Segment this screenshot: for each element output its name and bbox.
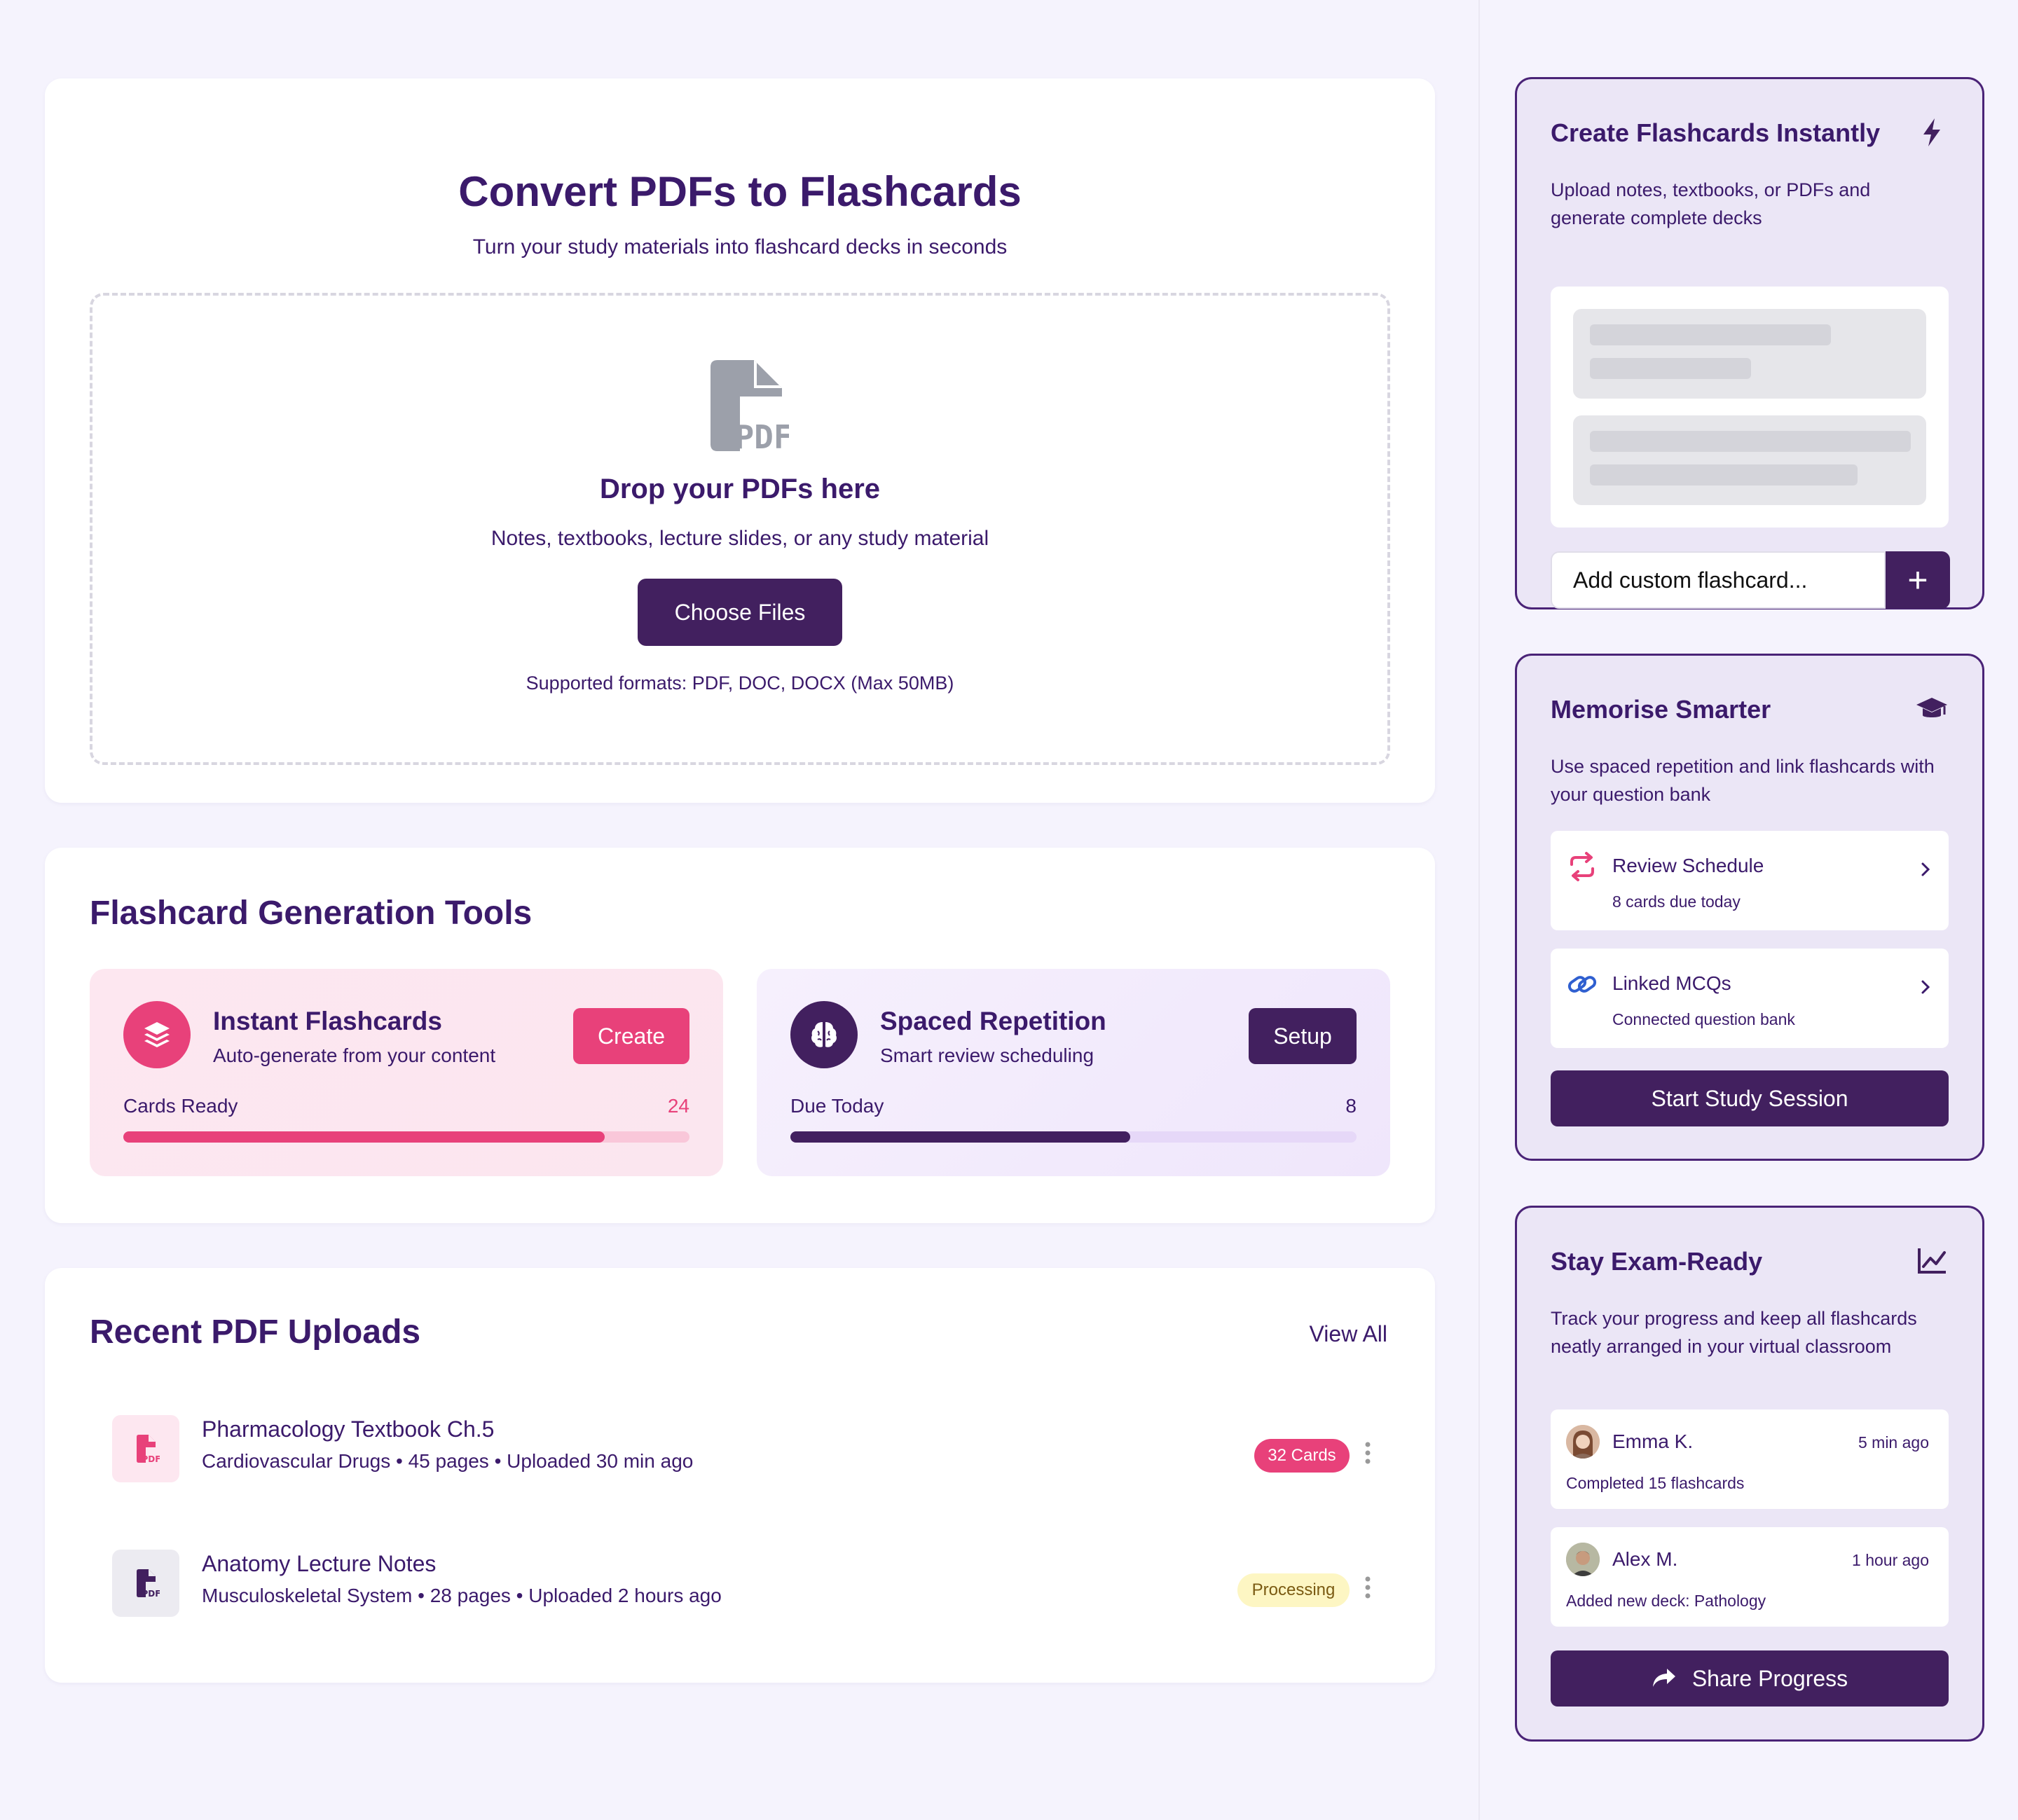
panel-description: Use spaced repetition and link flashcard… bbox=[1551, 756, 1935, 805]
activity-time: 1 hour ago bbox=[1852, 1551, 1929, 1569]
list-item[interactable]: PDF Pharmacology Textbook Ch.5 Cardiovas… bbox=[112, 1415, 1371, 1485]
activity-user: Emma K. bbox=[1612, 1431, 1694, 1452]
setup-button[interactable]: Setup bbox=[1249, 1008, 1357, 1064]
upload-card: Convert PDFs to Flashcards Turn your stu… bbox=[45, 78, 1435, 803]
add-flashcard-button[interactable]: + bbox=[1886, 551, 1950, 609]
activity-description: Completed 15 flashcards bbox=[1566, 1474, 1745, 1492]
link-icon bbox=[1567, 976, 1597, 993]
tool-instant-flashcards: Instant Flashcards Auto-generate from yo… bbox=[90, 969, 723, 1176]
main-content: Convert PDFs to Flashcards Turn your stu… bbox=[45, 78, 1435, 1683]
chart-line-icon bbox=[1918, 1248, 1946, 1274]
bolt-icon bbox=[1923, 118, 1940, 146]
create-flashcards-panel: Create Flashcards Instantly Upload notes… bbox=[1515, 77, 1984, 609]
graduation-cap-icon bbox=[1916, 698, 1947, 717]
pdf-dropzone[interactable]: PDF Drop your PDFs here Notes, textbooks… bbox=[90, 293, 1390, 765]
button-label: Start Study Session bbox=[1651, 1085, 1848, 1111]
pdf-file-icon: PDF bbox=[112, 1415, 179, 1482]
drop-title: Drop your PDFs here bbox=[599, 474, 881, 504]
panel-title: Create Flashcards Instantly bbox=[1551, 118, 1881, 147]
view-all-link[interactable]: View All bbox=[1310, 1321, 1387, 1347]
tool-spaced-repetition: Spaced Repetition Smart review schedulin… bbox=[757, 969, 1390, 1176]
brain-icon bbox=[790, 1001, 858, 1068]
file-name: Pharmacology Textbook Ch.5 bbox=[202, 1416, 495, 1442]
sidebar-divider bbox=[1478, 0, 1480, 1820]
link-label: Linked MCQs bbox=[1612, 972, 1731, 994]
pdf-file-icon: PDF bbox=[711, 360, 789, 451]
more-options-icon[interactable] bbox=[1361, 1439, 1375, 1467]
file-meta: Musculoskeletal System • 28 pages • Uplo… bbox=[202, 1585, 722, 1606]
activity-description: Added new deck: Pathology bbox=[1566, 1592, 1766, 1610]
file-meta: Cardiovascular Drugs • 45 pages • Upload… bbox=[202, 1450, 694, 1472]
drop-subtitle: Notes, textbooks, lecture slides, or any… bbox=[490, 527, 989, 550]
layers-icon bbox=[123, 1001, 191, 1068]
pdf-file-icon: PDF bbox=[112, 1550, 179, 1617]
recent-uploads-card: Recent PDF Uploads View All PDF Pharmaco… bbox=[45, 1268, 1435, 1683]
flashcard-preview-skeleton bbox=[1551, 287, 1949, 528]
chevron-right-icon bbox=[1921, 862, 1930, 876]
status-badge: Processing bbox=[1237, 1573, 1350, 1607]
stat-value: 24 bbox=[667, 1095, 689, 1117]
svg-text:PDF: PDF bbox=[734, 418, 789, 451]
tools-title: Flashcard Generation Tools bbox=[90, 895, 533, 932]
choose-files-button[interactable]: Choose Files bbox=[638, 579, 842, 646]
panel-title: Stay Exam-Ready bbox=[1551, 1247, 1763, 1276]
start-study-session-button[interactable]: Start Study Session bbox=[1551, 1070, 1949, 1126]
tool-name: Spaced Repetition bbox=[880, 1007, 1106, 1035]
svg-text:PDF: PDF bbox=[142, 1589, 160, 1599]
chevron-right-icon bbox=[1921, 980, 1930, 994]
list-item[interactable]: PDF Anatomy Lecture Notes Musculoskeleta… bbox=[112, 1550, 1371, 1620]
review-schedule-link[interactable]: Review Schedule 8 cards due today bbox=[1551, 831, 1949, 930]
link-subtitle: Connected question bank bbox=[1612, 1010, 1795, 1028]
panel-title: Memorise Smarter bbox=[1551, 695, 1771, 724]
progress-bar bbox=[123, 1131, 689, 1143]
stat-label: Cards Ready bbox=[123, 1095, 238, 1117]
status-badge: 32 Cards bbox=[1254, 1439, 1350, 1473]
activity-item: Emma K. 5 min ago Completed 15 flashcard… bbox=[1551, 1409, 1949, 1509]
tool-description: Auto-generate from your content bbox=[213, 1045, 496, 1066]
progress-bar bbox=[790, 1131, 1357, 1143]
panel-description: Track your progress and keep all flashca… bbox=[1551, 1308, 1917, 1357]
activity-time: 5 min ago bbox=[1858, 1433, 1929, 1452]
page-subtitle: Turn your study materials into flashcard… bbox=[472, 235, 1008, 258]
share-icon bbox=[1652, 1669, 1675, 1687]
tool-description: Smart review scheduling bbox=[880, 1045, 1094, 1066]
share-progress-button[interactable]: Share Progress bbox=[1551, 1650, 1949, 1707]
link-label: Review Schedule bbox=[1612, 855, 1764, 876]
stay-exam-ready-panel: Stay Exam-Ready Track your progress and … bbox=[1515, 1206, 1984, 1742]
create-button[interactable]: Create bbox=[573, 1008, 689, 1064]
progress-fill bbox=[123, 1131, 605, 1143]
page-title: Convert PDFs to Flashcards bbox=[458, 168, 1022, 215]
tool-name: Instant Flashcards bbox=[213, 1007, 442, 1035]
repeat-icon bbox=[1570, 852, 1594, 881]
avatar bbox=[1566, 1425, 1600, 1459]
stat-value: 8 bbox=[1345, 1095, 1357, 1117]
custom-flashcard-input[interactable] bbox=[1551, 551, 1886, 609]
recent-title: Recent PDF Uploads bbox=[90, 1314, 421, 1351]
link-subtitle: 8 cards due today bbox=[1612, 892, 1741, 911]
linked-mcqs-link[interactable]: Linked MCQs Connected question bank bbox=[1551, 949, 1949, 1048]
file-name: Anatomy Lecture Notes bbox=[202, 1551, 437, 1576]
activity-user: Alex M. bbox=[1612, 1548, 1678, 1570]
avatar bbox=[1566, 1543, 1600, 1576]
supported-formats: Supported formats: PDF, DOC, DOCX (Max 5… bbox=[526, 673, 954, 694]
button-label: Share Progress bbox=[1691, 1665, 1848, 1691]
memorise-smarter-panel: Memorise Smarter Use spaced repetition a… bbox=[1515, 654, 1984, 1161]
tools-card: Flashcard Generation Tools Instant Flash… bbox=[45, 848, 1435, 1223]
panel-description: Upload notes, textbooks, or PDFs and gen… bbox=[1551, 179, 1871, 228]
stat-label: Due Today bbox=[790, 1095, 884, 1117]
svg-text:PDF: PDF bbox=[142, 1454, 160, 1464]
progress-fill bbox=[790, 1131, 1130, 1143]
activity-item: Alex M. 1 hour ago Added new deck: Patho… bbox=[1551, 1527, 1949, 1627]
more-options-icon[interactable] bbox=[1361, 1573, 1375, 1601]
